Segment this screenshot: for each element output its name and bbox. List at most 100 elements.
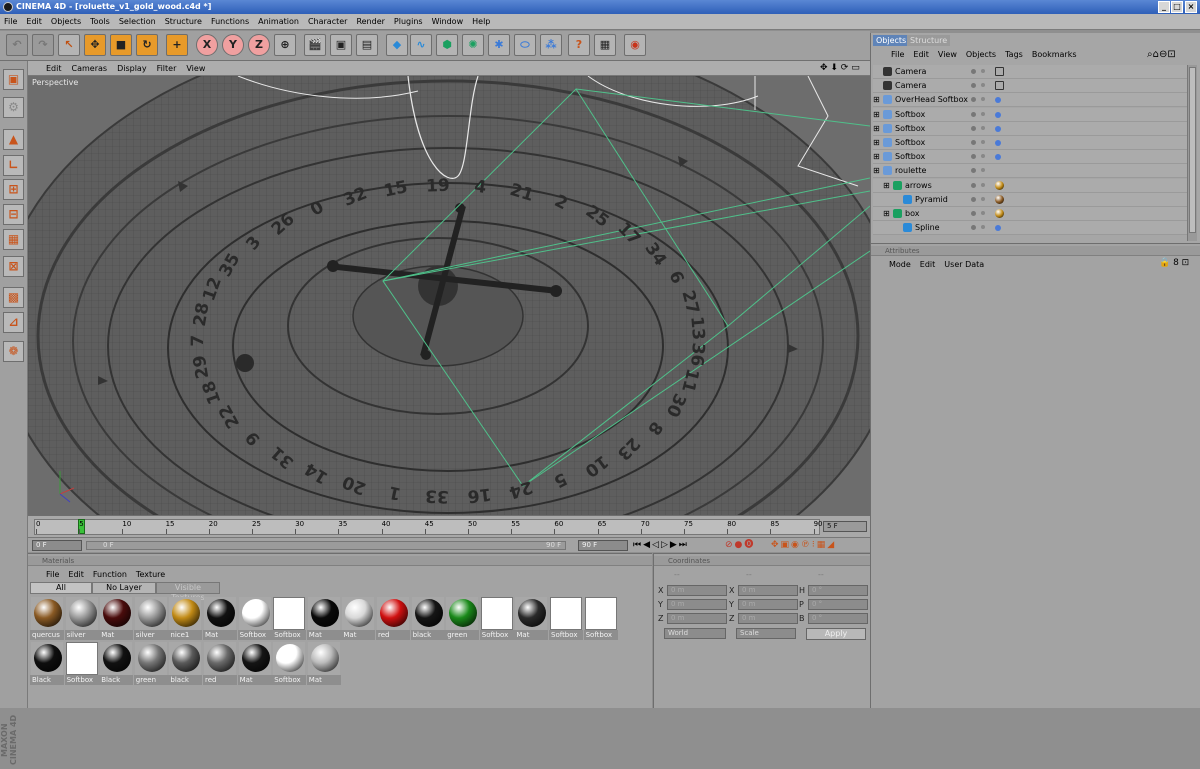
rot-b-field[interactable]: 0 ° <box>808 613 868 624</box>
object-row[interactable]: ⊞ Softbox <box>873 121 1189 136</box>
visibility-dot[interactable] <box>971 140 976 145</box>
viewport-menu-cameras[interactable]: Cameras <box>72 64 108 73</box>
object-tag-icon[interactable] <box>995 194 1004 204</box>
preview-range-slider[interactable] <box>86 541 566 550</box>
render-dot[interactable] <box>981 168 985 173</box>
material-swatch[interactable]: Softbox <box>583 597 618 640</box>
select-arrow-icon[interactable]: ↖ <box>58 34 80 56</box>
object-search-icons[interactable]: ⌕⌂⊖⊡ <box>1147 49 1176 60</box>
visibility-dot[interactable] <box>971 211 976 216</box>
expand-icon[interactable]: ⊞ <box>883 181 890 190</box>
material-swatch[interactable]: green <box>133 642 168 685</box>
render-settings-icon[interactable]: ▤ <box>356 34 378 56</box>
expand-icon[interactable]: ⊞ <box>873 166 880 175</box>
render-dot[interactable] <box>981 111 985 116</box>
rot-h-field[interactable]: 0 ° <box>808 585 868 596</box>
coordinate-system-icon[interactable]: ⊕ <box>274 34 296 56</box>
cube-primitive-icon[interactable]: ◆ <box>386 34 408 56</box>
visibility-dot[interactable] <box>971 196 976 202</box>
expand-icon[interactable]: ⊞ <box>883 209 890 218</box>
material-swatch[interactable]: Softbox <box>64 642 99 685</box>
render-dot[interactable] <box>981 69 985 73</box>
viewport-menu-filter[interactable]: Filter <box>157 64 177 73</box>
menu-item-structure[interactable]: Structure <box>165 17 202 26</box>
tab-structure[interactable]: Structure <box>907 35 951 46</box>
tab-visible-textures[interactable]: Visible Textures <box>156 582 220 602</box>
visibility-dot[interactable] <box>971 83 976 89</box>
attributes-menu-mode[interactable]: Mode <box>889 260 911 269</box>
layout-icon[interactable]: ▦ <box>594 34 616 56</box>
material-swatch[interactable]: Mat <box>514 597 549 640</box>
menu-item-render[interactable]: Render <box>356 17 384 26</box>
menu-item-file[interactable]: File <box>4 17 17 26</box>
minimize-button[interactable]: _ <box>1158 1 1170 13</box>
render-dot[interactable] <box>981 225 985 230</box>
material-swatch[interactable]: black <box>410 597 445 640</box>
end-frame-field[interactable]: 90 F <box>578 540 628 551</box>
visibility-dot[interactable] <box>971 97 976 103</box>
menu-item-character[interactable]: Character <box>308 17 348 26</box>
object-tag-icon[interactable] <box>995 67 1004 76</box>
object-row[interactable]: ⊞ Softbox <box>873 136 1189 150</box>
object-row[interactable]: ⊞ arrows <box>873 178 1189 193</box>
material-swatch[interactable]: Softbox <box>237 597 272 640</box>
materials-menu-file[interactable]: File <box>46 570 59 579</box>
render-picture-viewer-icon[interactable]: ▣ <box>330 34 352 56</box>
rotate-tool-icon[interactable]: ↻ <box>136 34 158 56</box>
expand-icon[interactable]: ⊞ <box>873 124 880 133</box>
material-swatch[interactable]: quercus <box>30 597 64 640</box>
menu-item-tools[interactable]: Tools <box>90 17 110 26</box>
object-tag-icon[interactable] <box>995 209 1004 218</box>
objects-menu-bookmarks[interactable]: Bookmarks <box>1032 50 1077 59</box>
object-row[interactable]: ⊞ roulette <box>873 164 1189 179</box>
menu-item-selection[interactable]: Selection <box>119 17 156 26</box>
visibility-dot[interactable] <box>971 182 976 188</box>
object-tag-icon[interactable] <box>995 111 1001 118</box>
viewport-nav-icons[interactable]: ✥ ⬇ ⟳ ▭ <box>820 63 860 73</box>
maximize-button[interactable]: □ <box>1171 1 1183 13</box>
close-button[interactable]: × <box>1185 1 1197 13</box>
material-swatch[interactable]: Softbox <box>549 597 583 640</box>
material-swatch[interactable]: Mat <box>203 597 237 640</box>
add-object-icon[interactable]: + <box>166 34 188 56</box>
environment-icon[interactable]: ⬭ <box>514 34 536 56</box>
sculpt-icon[interactable]: ❁ <box>3 341 24 362</box>
menu-item-plugins[interactable]: Plugins <box>394 17 423 26</box>
record-controls[interactable]: ⊘●⓿ <box>725 540 755 551</box>
menu-item-window[interactable]: Window <box>432 17 464 26</box>
tab-all[interactable]: All <box>30 582 92 594</box>
render-dot[interactable] <box>981 97 985 102</box>
object-row[interactable]: Camera <box>873 79 1189 94</box>
material-swatch[interactable]: silver <box>133 597 168 640</box>
scale-tool-icon[interactable]: ■ <box>110 34 132 56</box>
render-dot[interactable] <box>981 140 985 144</box>
object-tag-icon[interactable] <box>995 81 1004 91</box>
expand-icon[interactable]: ⊞ <box>873 95 880 104</box>
workplane-icon[interactable]: ⊿ <box>3 312 24 333</box>
menu-item-animation[interactable]: Animation <box>258 17 299 26</box>
nurbs-icon[interactable]: ⬢ <box>436 34 458 56</box>
attributes-menu-edit[interactable]: Edit <box>920 260 936 269</box>
size-x-field[interactable]: 0 m <box>738 585 798 596</box>
attributes-menu-user-data[interactable]: User Data <box>944 260 984 269</box>
help-icon[interactable]: ? <box>568 34 590 56</box>
object-tag-icon[interactable] <box>995 140 1001 146</box>
material-swatch[interactable]: silver <box>64 597 99 640</box>
objects-menu-tags[interactable]: Tags <box>1005 50 1023 59</box>
edges-mode-icon[interactable]: ⊞ <box>3 179 24 200</box>
viewport-menu-display[interactable]: Display <box>117 64 147 73</box>
current-frame-field[interactable]: 5 F <box>823 521 867 532</box>
uv-polygons-icon[interactable]: ⊠ <box>3 256 24 277</box>
object-row[interactable]: Pyramid <box>873 192 1189 207</box>
material-swatch[interactable]: red <box>203 642 237 685</box>
render-dot[interactable] <box>981 83 985 88</box>
material-swatch[interactable]: Softbox <box>272 642 307 685</box>
y-axis-lock-button[interactable]: Y <box>222 34 244 56</box>
objects-menu-edit[interactable]: Edit <box>913 50 929 59</box>
object-tag-icon[interactable] <box>995 97 1001 104</box>
expand-icon[interactable]: ⊞ <box>873 152 880 161</box>
move-tool-icon[interactable]: ✥ <box>84 34 106 56</box>
render-view-icon[interactable]: 🎬 <box>304 34 326 56</box>
objects-menu-view[interactable]: View <box>938 50 957 59</box>
viewport-menu-view[interactable]: View <box>186 64 205 73</box>
